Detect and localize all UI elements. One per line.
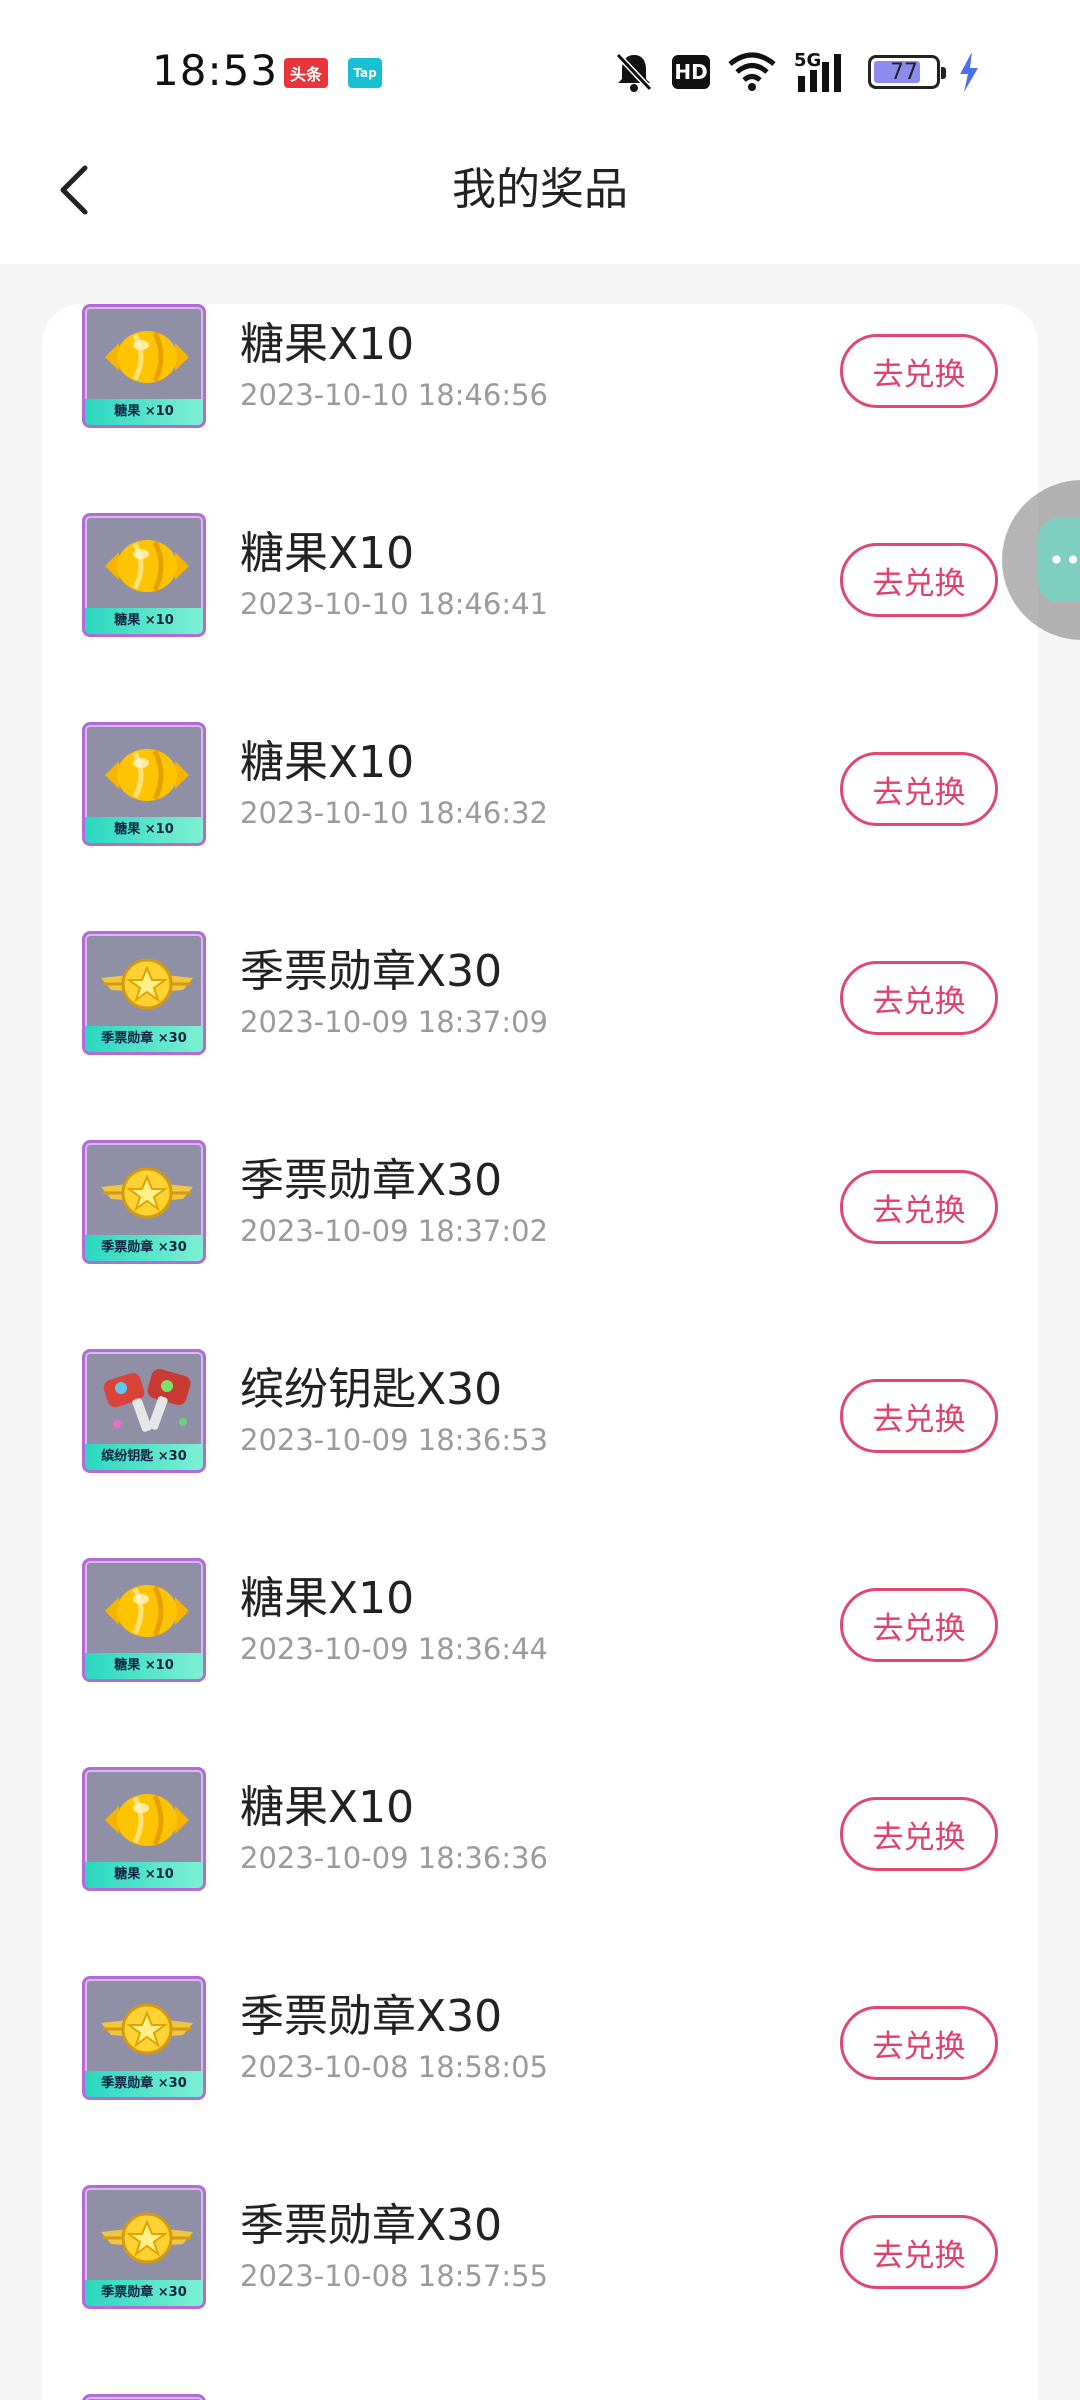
status-icons: HD 5G 77 [614,50,980,94]
prize-name: 季票勋章X30 [240,946,503,997]
page-title: 我的奖品 [452,164,628,215]
prize-row: 糖果 ×10 糖果X10 2023-10-10 18:46:56 去兑换 [42,304,1038,512]
prize-icon [82,2394,206,2400]
prize-thumb-label: 季票勋章 ×30 [85,2071,203,2097]
prize-time: 2023-10-10 18:46:32 [240,796,548,830]
prize-name: 季票勋章X30 [240,1155,503,1206]
prize-time: 2023-10-09 18:36:44 [240,1632,548,1666]
prize-time: 2023-10-10 18:46:56 [240,378,548,412]
candy-icon: 糖果 ×10 [82,1767,206,1891]
prize-name: 糖果X10 [240,1782,415,1833]
prize-time: 2023-10-09 18:37:02 [240,1214,548,1248]
prize-time: 2023-10-09 18:36:36 [240,1841,548,1875]
prize-time: 2023-10-09 18:37:09 [240,1005,548,1039]
prize-thumb-label: 缤纷钥匙 ×30 [85,1444,203,1470]
prize-name: 糖果X10 [240,737,415,788]
prize-name: 季票勋章X30 [240,1991,503,2042]
prize-row: 糖果 ×10 糖果X10 2023-10-10 18:46:41 去兑换 [42,513,1038,721]
redeem-button[interactable]: 去兑换 [840,1170,998,1244]
prize-thumb-label: 糖果 ×10 [85,1862,203,1888]
redeem-button[interactable]: 去兑换 [840,1588,998,1662]
redeem-button[interactable]: 去兑换 [840,543,998,617]
prize-name: 缤纷钥匙X30 [240,1364,503,1415]
prize-row: 季票勋章 ×30 季票勋章X30 2023-10-09 18:37:02 去兑换 [42,1140,1038,1348]
prize-row: 季票勋章 ×30 季票勋章X30 2023-10-08 18:58:05 去兑换 [42,1976,1038,2184]
tap-notification-icon: Tap [348,58,382,88]
hd-icon: HD [672,55,710,89]
candy-icon: 糖果 ×10 [82,1558,206,1682]
key-icon: 缤纷钥匙 ×30 [82,1349,206,1473]
candy-icon: 糖果 ×10 [82,304,206,428]
wifi-icon [728,52,776,92]
prize-row: 季票勋章 ×30 季票勋章X30 2023-10-08 18:57:55 去兑换 [42,2185,1038,2393]
prize-time: 2023-10-08 18:57:55 [240,2259,548,2293]
prize-name: 季票勋章X30 [240,2200,503,2251]
prize-thumb-label: 季票勋章 ×30 [85,1026,203,1052]
prize-thumb-label: 糖果 ×10 [85,1653,203,1679]
prize-thumb-label: 季票勋章 ×30 [85,2280,203,2306]
bell-off-icon [614,51,654,93]
prize-thumb-label: 糖果 ×10 [85,399,203,425]
status-time: 18:53 [152,46,279,95]
prize-thumb-label: 季票勋章 ×30 [85,1235,203,1261]
redeem-button[interactable]: 去兑换 [840,2215,998,2289]
prize-row: 糖果 ×10 糖果X10 2023-10-09 18:36:36 去兑换 [42,1767,1038,1975]
redeem-button[interactable]: 去兑换 [840,1797,998,1871]
prize-thumb-label: 糖果 ×10 [85,608,203,634]
prize-name: 糖果X10 [240,1573,415,1624]
toutiao-notification-icon: 头条 [284,58,328,88]
status-bar: 18:53 头条 Tap HD 5G 77 [0,0,1080,140]
charging-icon [958,52,980,92]
prize-row: 糖果 ×10 糖果X10 2023-10-09 18:36:44 去兑换 [42,1558,1038,1766]
prize-row: 季票勋章 ×30 季票勋章X30 2023-10-09 18:37:09 去兑换 [42,931,1038,1139]
prize-row: 缤纷钥匙 ×30 缤纷钥匙X30 2023-10-09 18:36:53 去兑换 [42,1349,1038,1557]
redeem-button[interactable]: 去兑换 [840,752,998,826]
more-dots-icon: ••• [1038,518,1080,602]
prize-time: 2023-10-09 18:36:53 [240,1423,548,1457]
battery-cap [941,67,946,79]
redeem-button[interactable]: 去兑换 [840,334,998,408]
medal-icon: 季票勋章 ×30 [82,2185,206,2309]
prize-list: 糖果 ×10 糖果X10 2023-10-10 18:46:56 去兑换 糖果 ×10 糖… [42,304,1038,2400]
prize-name: 糖果X10 [240,528,415,579]
signal-icon: 5G [794,50,850,94]
redeem-button[interactable]: 去兑换 [840,2006,998,2080]
redeem-button[interactable]: 去兑换 [840,1379,998,1453]
candy-icon: 糖果 ×10 [82,722,206,846]
network-type-label: 5G [794,50,821,71]
medal-icon: 季票勋章 ×30 [82,931,206,1055]
battery-level: 77 [890,59,918,85]
redeem-button[interactable]: 去兑换 [840,961,998,1035]
medal-icon: 季票勋章 ×30 [82,1140,206,1264]
candy-icon: 糖果 ×10 [82,513,206,637]
prize-time: 2023-10-08 18:58:05 [240,2050,548,2084]
prize-time: 2023-10-10 18:46:41 [240,587,548,621]
prize-row: 糖果 ×10 糖果X10 2023-10-10 18:46:32 去兑换 [42,722,1038,930]
prize-thumb-label: 糖果 ×10 [85,817,203,843]
medal-icon: 季票勋章 ×30 [82,1976,206,2100]
prize-name: 糖果X10 [240,319,415,370]
battery-icon: 77 [868,55,946,89]
